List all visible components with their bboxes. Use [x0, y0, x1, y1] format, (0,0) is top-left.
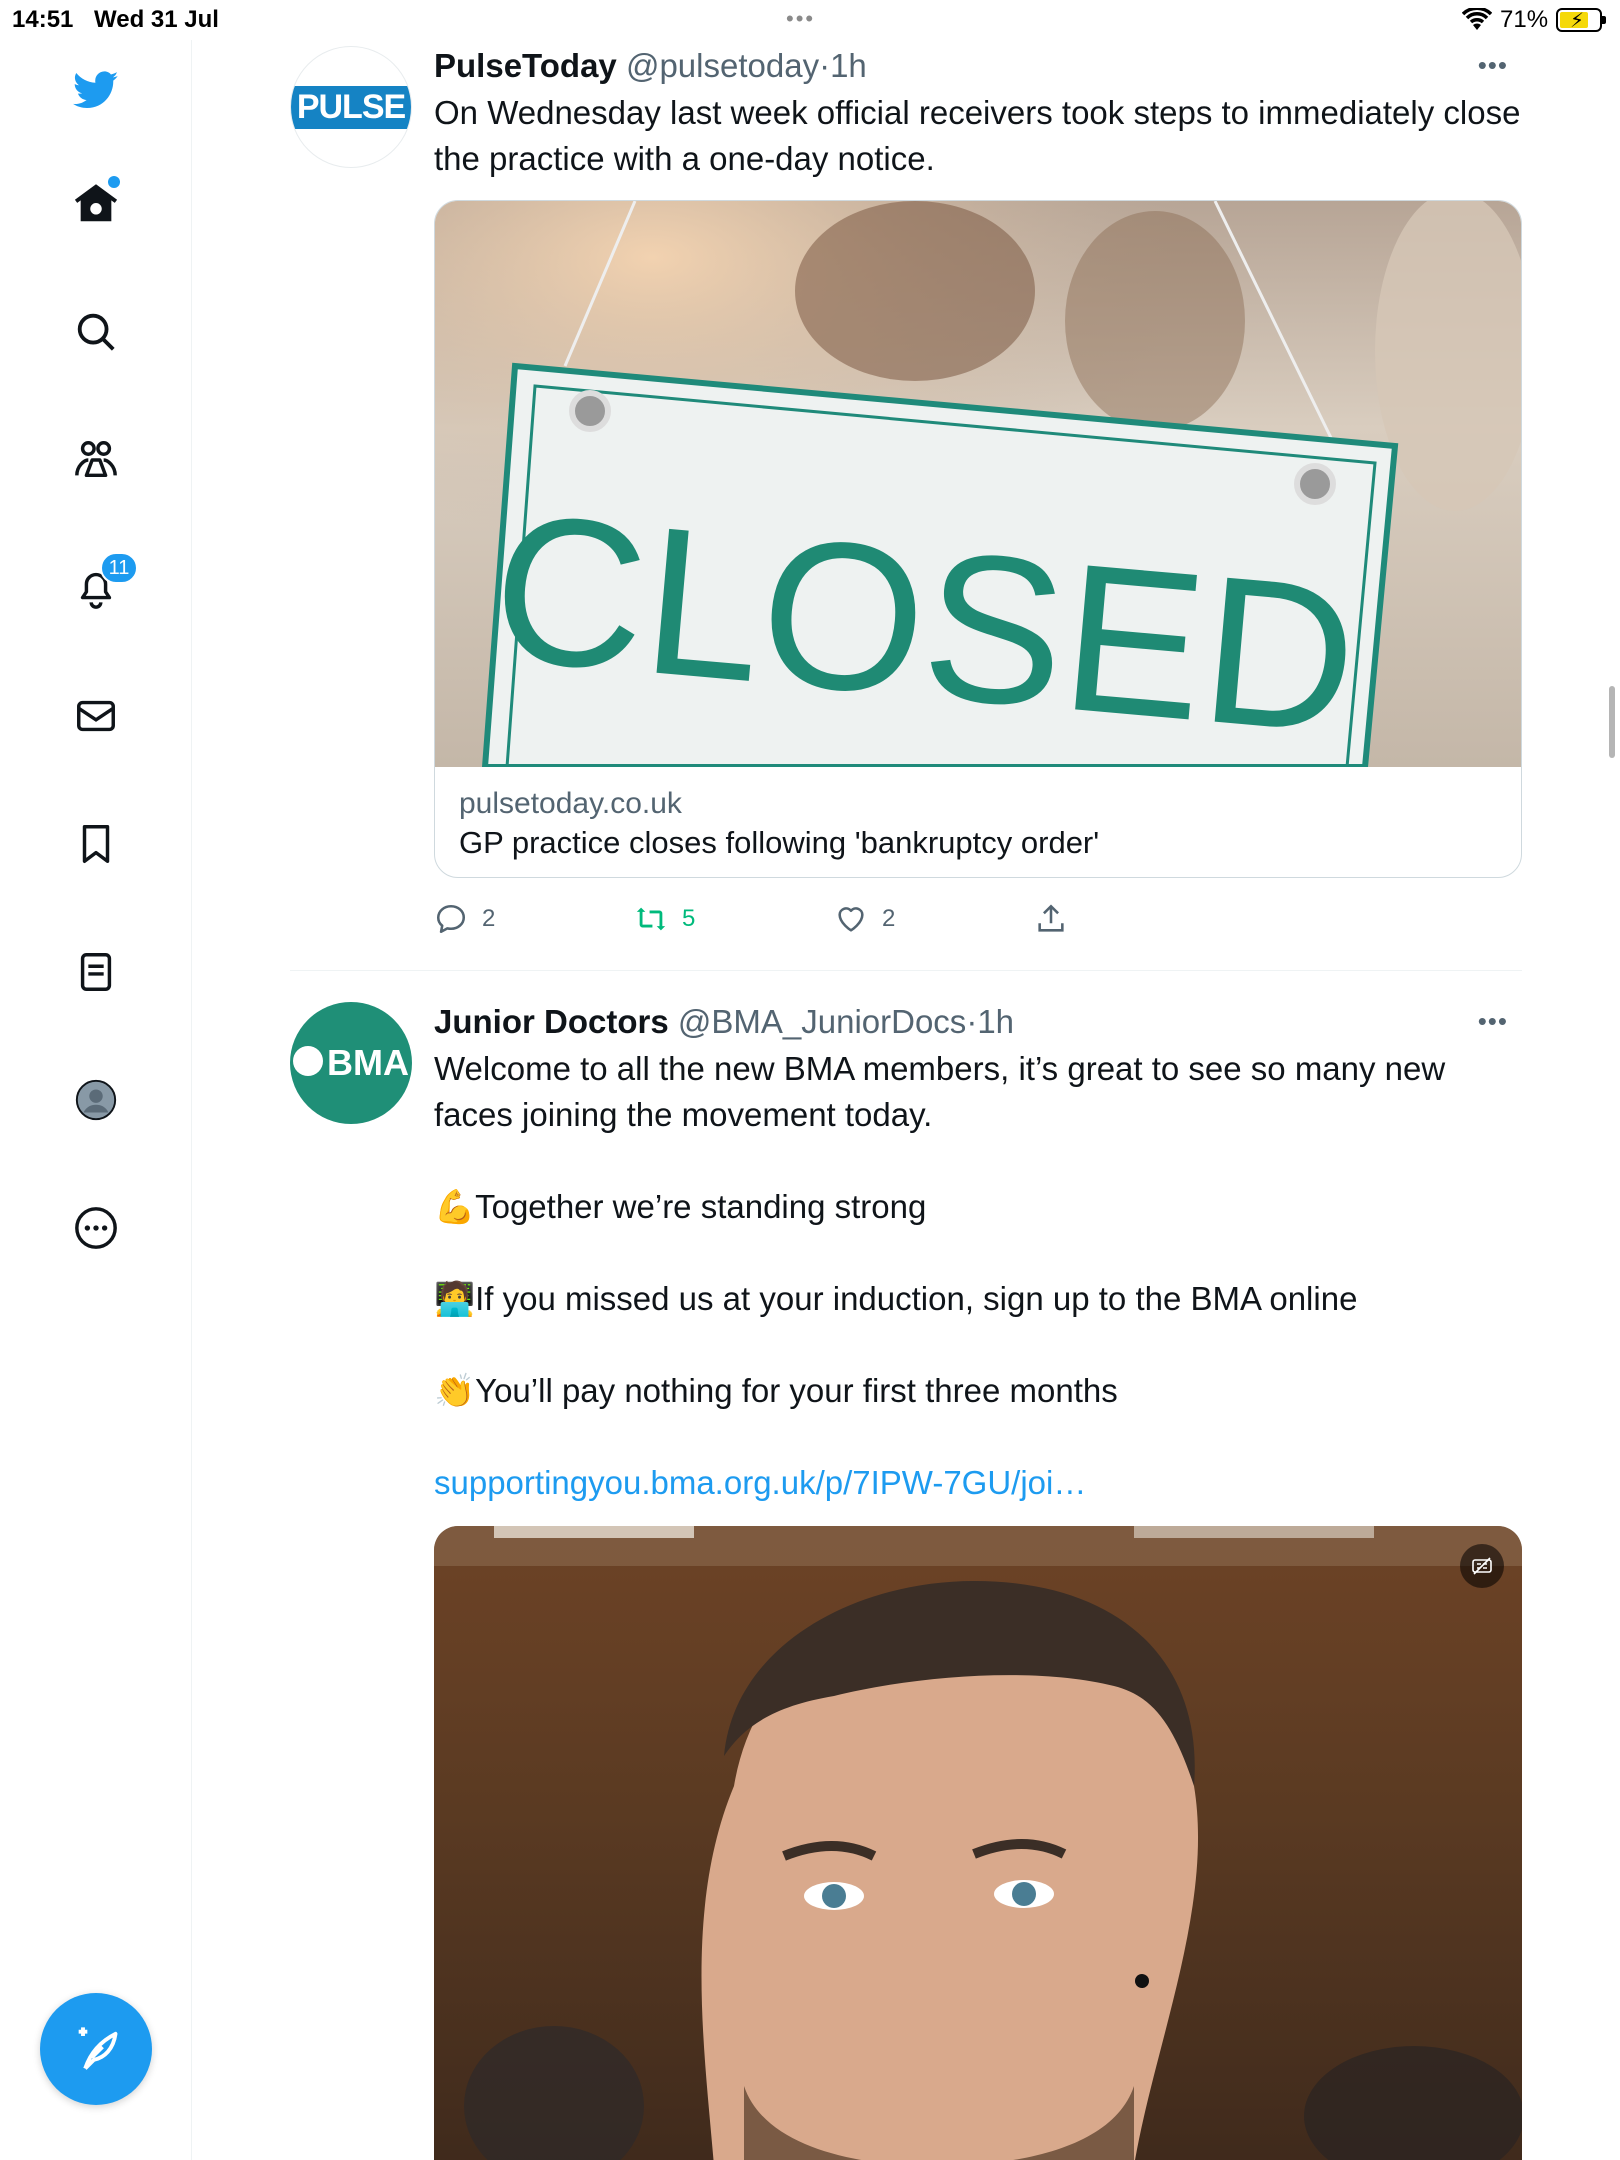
more-options-icon[interactable]: •••: [1478, 50, 1508, 81]
tweet-body: Junior Doctors @BMA_JuniorDocs·1h ••• We…: [434, 1002, 1522, 2160]
nav-bookmarks[interactable]: [66, 814, 126, 874]
card-domain: pulsetoday.co.uk: [459, 787, 682, 820]
reply-count: 2: [482, 905, 496, 932]
battery-percent: 71%: [1500, 6, 1549, 33]
search-icon: [77, 313, 115, 351]
tweet-time[interactable]: 1h: [977, 1003, 1014, 1040]
tweet-divider: [290, 970, 1522, 971]
reply-icon: [436, 904, 466, 934]
more-circle-icon: [75, 1207, 117, 1249]
separator: ·: [819, 47, 831, 84]
tweet-link[interactable]: supportingyou.bma.org.uk/p/7IPW-7GU/joi…: [434, 1460, 1522, 1506]
multitasking-dots-icon[interactable]: •••: [786, 6, 815, 32]
tweet-paragraph: 🧑‍💻If you missed us at your induction, s…: [434, 1280, 1358, 1317]
battery-icon: ⚡: [1556, 8, 1606, 32]
avatar-pulsetoday[interactable]: PULSE: [290, 46, 412, 168]
tweet-paragraph: 💪Together we’re standing strong: [434, 1188, 927, 1225]
like-button[interactable]: 2: [834, 902, 895, 936]
card-image: CLOSED: [435, 201, 1521, 767]
like-count: 2: [882, 905, 896, 932]
envelope-icon: [77, 700, 115, 732]
more-options-icon[interactable]: •••: [1478, 1006, 1508, 1037]
tweet-body: PulseToday @pulsetoday·1h ••• On Wednesd…: [434, 46, 1522, 952]
tweet-text: Welcome to all the new BMA members, it’s…: [434, 1046, 1522, 1506]
home-new-dot: [108, 176, 120, 188]
nav-explore[interactable]: [66, 302, 126, 362]
nav-home[interactable]: [66, 174, 126, 234]
notifications-badge: 11: [100, 552, 138, 584]
tweet-paragraph: 👏You’ll pay nothing for your first three…: [434, 1372, 1118, 1409]
bma-logo-text: BMA: [327, 1042, 409, 1083]
feather-plus-icon: [78, 2027, 118, 2070]
avatar-bma[interactable]: BMA: [290, 1002, 412, 1124]
link-card[interactable]: CLOSED pulsetoday.co.uk GP practice clos…: [434, 200, 1522, 878]
sidebar: 11: [0, 40, 192, 2160]
nav-messages[interactable]: [66, 686, 126, 746]
list-icon: [80, 953, 112, 991]
status-time: 14:51: [12, 6, 74, 33]
profile-avatar-icon: [75, 1079, 117, 1121]
reply-button[interactable]: 2: [434, 902, 495, 936]
tweet-header: Junior Doctors @BMA_JuniorDocs·1h: [434, 1002, 1522, 1042]
compose-tweet-button[interactable]: [40, 1993, 152, 2105]
retweet-icon: [636, 907, 666, 931]
status-date: Wed 31 Jul: [94, 6, 219, 33]
heart-icon: [838, 907, 864, 932]
bookmark-icon: [82, 825, 110, 863]
retweet-count: 5: [682, 905, 696, 932]
tweet-text: On Wednesday last week official receiver…: [434, 90, 1522, 182]
scrollbar[interactable]: [1609, 686, 1615, 758]
status-bar: 14:51 Wed 31 Jul ••• 71% ⚡: [0, 0, 1620, 40]
pulse-logo: PULSE: [291, 85, 411, 129]
tweet-text-line: On Wednesday last week official receiver…: [434, 94, 1521, 177]
share-icon: [1038, 904, 1064, 932]
nav-lists[interactable]: [66, 942, 126, 1002]
nav-notifications[interactable]: 11: [66, 552, 138, 618]
share-button[interactable]: [1034, 902, 1068, 936]
nav-profile[interactable]: [66, 1070, 126, 1130]
tweet-paragraph: Welcome to all the new BMA members, it’s…: [434, 1050, 1446, 1133]
wifi-icon: [1461, 6, 1493, 39]
tweet-time[interactable]: 1h: [830, 47, 867, 84]
author-handle[interactable]: @pulsetoday: [626, 47, 819, 84]
author-name[interactable]: Junior Doctors: [434, 1003, 669, 1040]
communities-icon: [75, 441, 117, 478]
video-media[interactable]: [434, 1526, 1522, 2160]
nav-more[interactable]: [66, 1198, 126, 1258]
author-handle[interactable]: @BMA_JuniorDocs: [678, 1003, 966, 1040]
retweet-button[interactable]: 5: [634, 902, 695, 936]
twitter-logo-icon[interactable]: [66, 60, 126, 120]
tweet-header: PulseToday @pulsetoday·1h: [434, 46, 1522, 86]
card-title: GP practice closes following 'bankruptcy…: [459, 825, 1100, 860]
bma-logo-icon: [293, 1046, 323, 1076]
nav-communities[interactable]: [66, 430, 126, 490]
sensitive-content-icon[interactable]: [1460, 1544, 1504, 1588]
author-name[interactable]: PulseToday: [434, 47, 617, 84]
tweet-actions: 2 5 2: [434, 892, 1522, 952]
separator: ·: [966, 1003, 978, 1040]
card-meta: pulsetoday.co.uk GP practice closes foll…: [435, 767, 1521, 877]
